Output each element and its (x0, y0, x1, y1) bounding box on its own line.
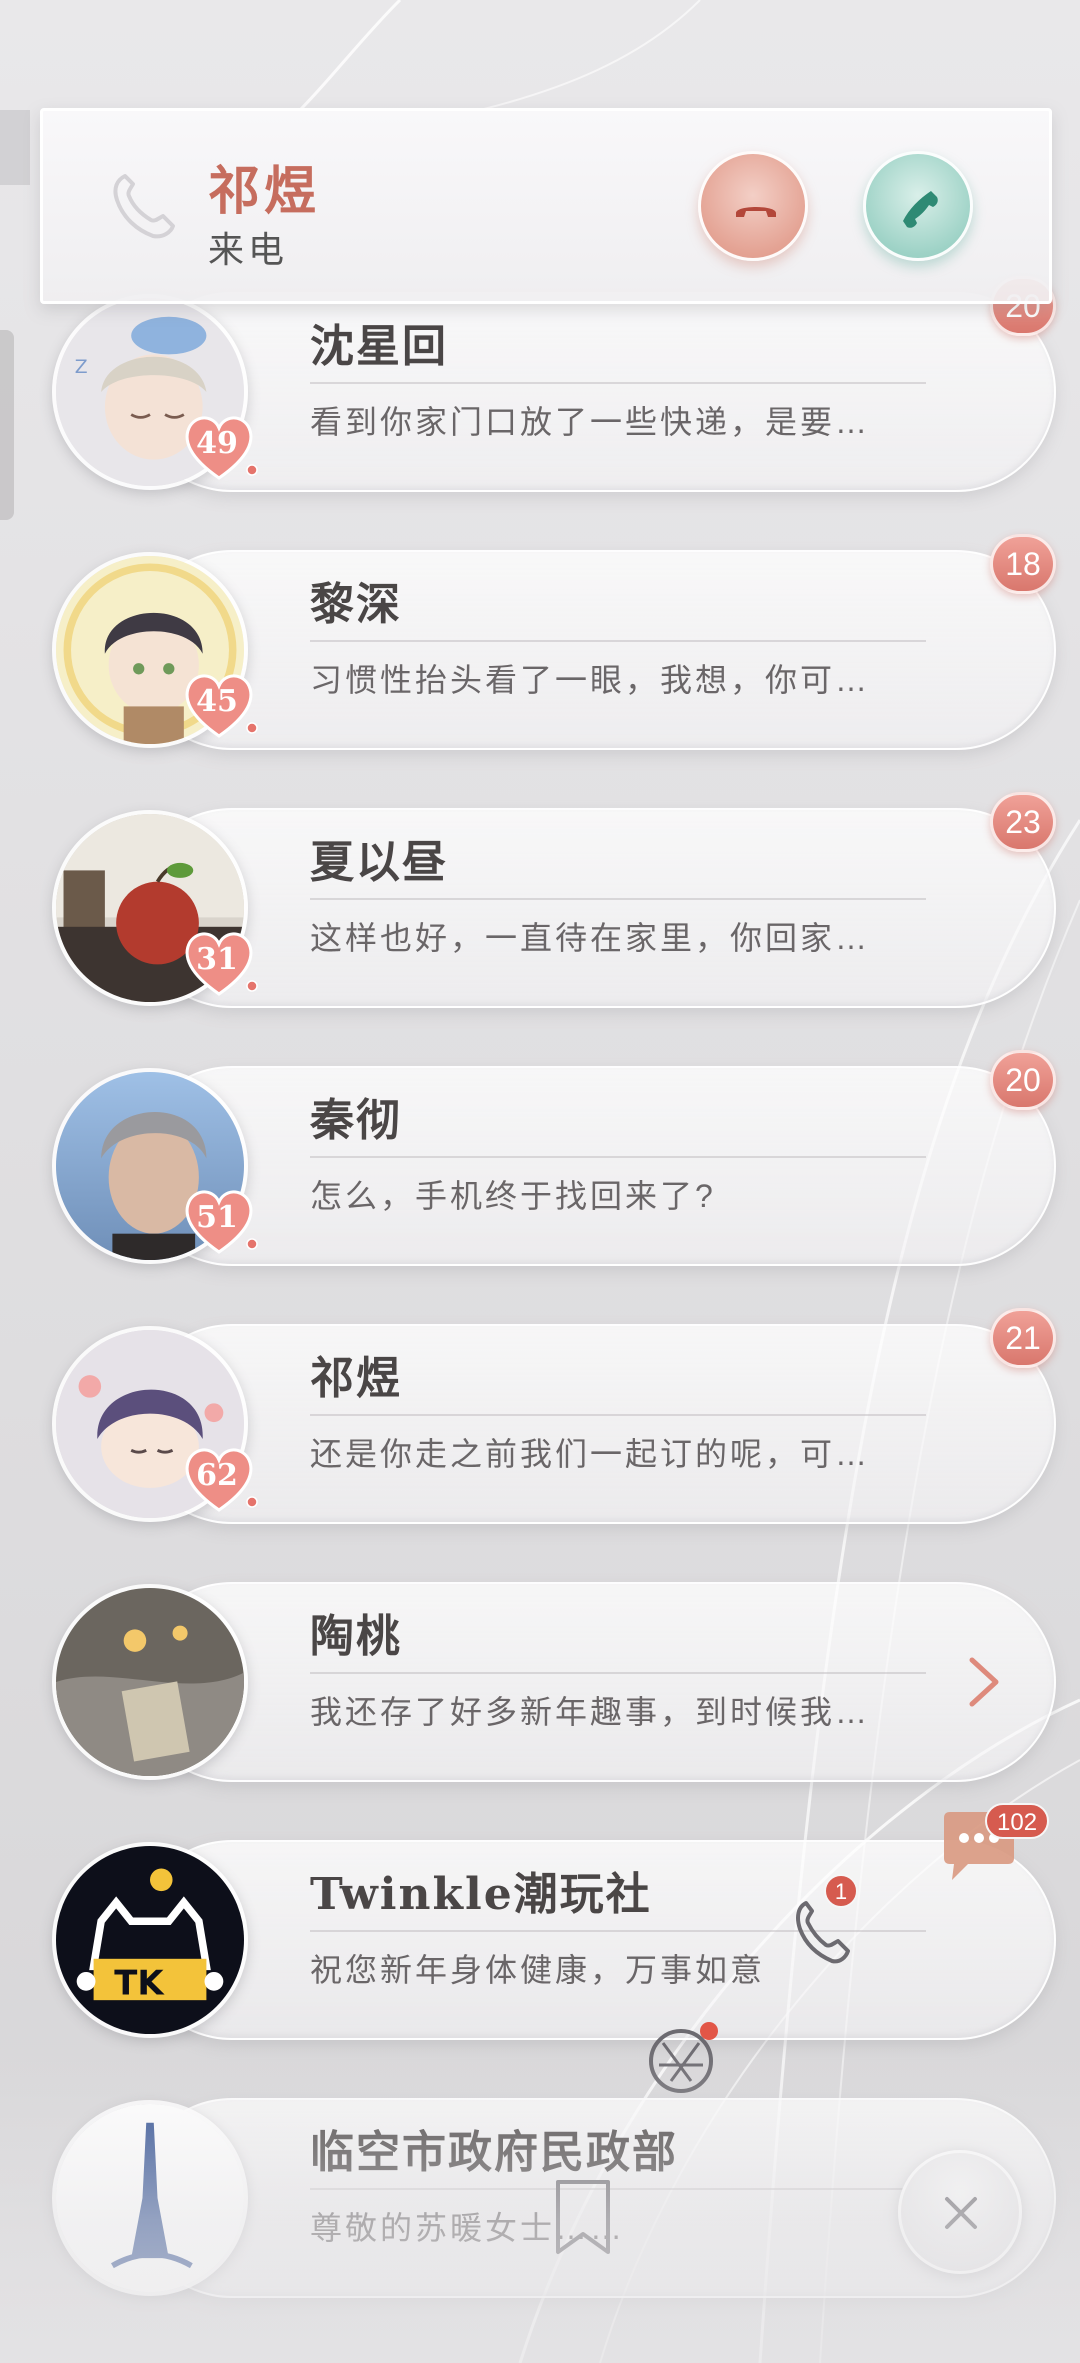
chat-card[interactable] (132, 1324, 1056, 1524)
chat-card[interactable] (132, 550, 1056, 750)
chat-unread-badge: 102 (985, 1803, 1050, 1839)
chat-row[interactable]: TK Twinkle潮玩社 祝您新年身体健康，万事如意 (52, 1840, 1056, 2040)
affinity-level: 51 (196, 1200, 238, 1235)
message-preview: 习惯性抬头看了一眼，我想，你可… (310, 662, 871, 698)
affinity-heart-icon: 31 (180, 926, 258, 998)
divider (310, 1156, 926, 1158)
message-preview: 这样也好，一直待在家里，你回家… (310, 920, 871, 956)
contact-name: 临空市政府民政部 (310, 2127, 678, 2178)
chat-row[interactable]: 31 夏以昼 这样也好，一直待在家里，你回家… 23 (52, 792, 1056, 1008)
bookmark-icon[interactable] (550, 2178, 616, 2256)
unread-badge: 21 (990, 1308, 1056, 1368)
message-preview: 我还存了好多新年趣事，到时候我… (310, 1694, 871, 1730)
message-preview: 看到你家门口放了一些快递，是要… (310, 404, 871, 440)
affinity-heart-icon: 51 (180, 1184, 258, 1256)
close-menu-button[interactable] (898, 2150, 1022, 2274)
unread-badge: 23 (990, 792, 1056, 852)
chat-row[interactable]: Z 49 沈星回 看到你家门口放了一些快递，是要… 20 (52, 276, 1056, 492)
notification-dot (700, 2022, 718, 2040)
affinity-level: 62 (196, 1458, 238, 1493)
avatar[interactable] (52, 2100, 248, 2296)
chat-row[interactable]: 62 祁煜 还是你走之前我们一起订的呢，可… 21 (52, 1308, 1056, 1524)
svg-text:Z: Z (75, 357, 88, 378)
chat-row[interactable]: 51 秦彻 怎么，手机终于找回来了? 20 (52, 1050, 1056, 1266)
affinity-heart-icon: 62 (180, 1442, 258, 1514)
caller-name: 祁煜 (208, 161, 321, 222)
unread-badge: 18 (990, 534, 1056, 594)
contact-name: 陶桃 (310, 1611, 402, 1662)
affinity-level: 31 (196, 942, 238, 977)
chat-card[interactable] (132, 1066, 1056, 1266)
incoming-call-banner[interactable]: 祁煜 来电 (40, 108, 1052, 304)
chat-list: Z 49 沈星回 看到你家门口放了一些快递，是要… 20 45 黎深 习惯性抬头… (0, 0, 1080, 2363)
contact-name: Twinkle潮玩社 (310, 1869, 652, 1920)
message-preview: 怎么，手机终于找回来了? (310, 1178, 716, 1214)
avatar[interactable] (52, 1584, 248, 1780)
contact-name: 祁煜 (310, 1353, 402, 1404)
contact-name: 秦彻 (310, 1095, 402, 1146)
call-unread-badge: 1 (824, 1874, 858, 1908)
message-preview: 尊敬的苏暖女士…… (310, 2210, 626, 2246)
avatar[interactable]: TK (52, 1842, 248, 2038)
chat-row[interactable]: 陶桃 我还存了好多新年趣事，到时候我… (52, 1582, 1056, 1782)
phone-answer-icon (903, 191, 938, 228)
chat-card[interactable] (132, 808, 1056, 1008)
chat-card[interactable] (132, 1582, 1056, 1782)
divider (310, 382, 926, 384)
chat-card[interactable] (132, 292, 1056, 492)
svg-text:TK: TK (114, 1964, 165, 2003)
contact-name: 黎深 (310, 579, 402, 630)
close-icon (945, 2197, 977, 2229)
divider (310, 898, 926, 900)
unread-badge: 20 (990, 1050, 1056, 1110)
phone-icon (113, 174, 175, 239)
divider (310, 1672, 926, 1674)
affinity-level: 49 (196, 426, 238, 461)
divider (310, 640, 926, 642)
contact-name: 夏以昼 (310, 837, 448, 888)
hang-up-icon (736, 207, 776, 217)
affinity-level: 45 (196, 684, 238, 719)
contact-name: 沈星回 (310, 321, 448, 372)
divider (310, 2188, 926, 2190)
message-preview: 还是你走之前我们一起订的呢，可… (310, 1436, 871, 1472)
chevron-right-icon (969, 1657, 999, 1707)
accept-call-button[interactable] (863, 151, 973, 261)
chat-row[interactable]: 45 黎深 习惯性抬头看了一眼，我想，你可… 18 (52, 534, 1056, 750)
affinity-heart-icon: 49 (180, 410, 258, 482)
decline-call-button[interactable] (698, 151, 808, 261)
divider (310, 1414, 926, 1416)
affinity-heart-icon: 45 (180, 668, 258, 740)
call-type-label: 来电 (208, 229, 289, 270)
